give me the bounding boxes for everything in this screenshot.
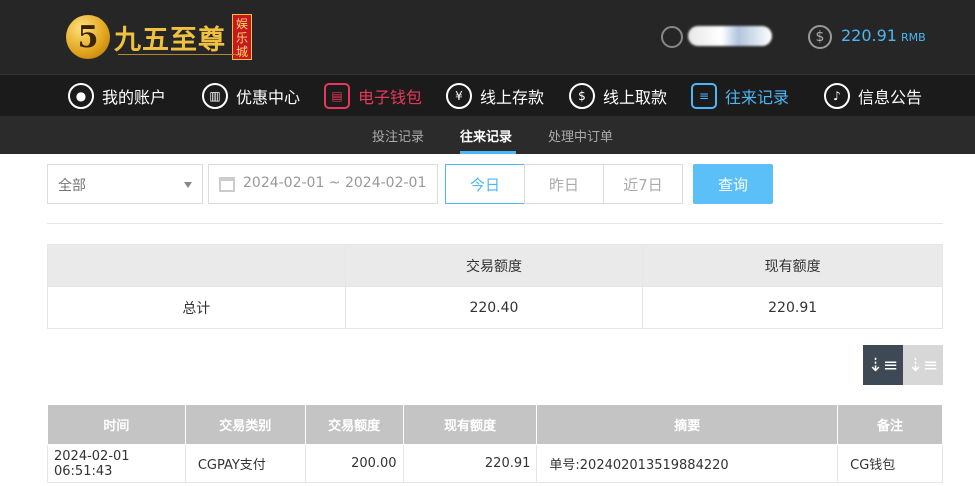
table-header-row: 时间 交易类别 交易额度 现有额度 摘要 备注 <box>47 404 943 445</box>
header-bar: 5 九五至尊 娱乐城 $ 220.91 RMB <box>0 0 975 74</box>
summary-header-row: 交易额度 现有额度 <box>47 244 943 287</box>
column-header[interactable]: 备注 <box>837 404 943 445</box>
column-header[interactable]: 交易类别 <box>184 404 306 445</box>
column-header[interactable]: 时间 <box>47 404 186 445</box>
transactions-table: 时间 交易类别 交易额度 现有额度 摘要 备注 2024-02-01 06:51… <box>47 404 943 483</box>
query-button[interactable]: 查询 <box>693 164 773 204</box>
summary-cell: 220.91 <box>642 286 943 329</box>
column-header[interactable]: 交易额度 <box>304 404 404 445</box>
table-row: 2024-02-01 06:51:43 CGPAY支付 200.00 220.9… <box>47 444 943 483</box>
active-tab-indicator <box>460 151 516 154</box>
cell-note: CG钱包 <box>837 444 943 483</box>
type-select[interactable]: 全部 <box>47 164 203 204</box>
today-button[interactable]: 今日 <box>445 164 525 204</box>
wallet-icon: ▤ <box>324 83 350 109</box>
column-header[interactable]: 现有额度 <box>402 404 538 445</box>
balance-display: 220.91 RMB <box>841 26 926 45</box>
nav-label: 线上存款 <box>480 88 545 107</box>
cell-balance: 220.91 <box>402 444 538 483</box>
yesterday-button[interactable]: 昨日 <box>524 164 604 204</box>
sort-asc-icon[interactable]: ⇣≡ <box>903 345 943 385</box>
nav-deposit[interactable]: ¥ 线上存款 <box>446 80 544 112</box>
main-nav: ● 我的账户 ▥ 优惠中心 ▤ 电子钱包 ¥ 线上存款 $ 线上取款 ≡ 往来记… <box>0 74 975 116</box>
nav-my-account[interactable]: ● 我的账户 <box>68 80 166 112</box>
tab-pending-orders[interactable]: 处理中订单 <box>548 126 613 145</box>
withdraw-icon: $ <box>569 83 595 109</box>
nav-label: 信息公告 <box>858 88 923 107</box>
summary-table: 交易额度 现有额度 总计 220.40 220.91 <box>47 244 943 329</box>
cell-summary: 单号:202402013519884220 <box>536 444 839 483</box>
nav-promotions[interactable]: ▥ 优惠中心 <box>202 80 300 112</box>
nav-wallet[interactable]: ▤ 电子钱包 <box>324 80 422 112</box>
dollar-icon: $ <box>808 25 832 49</box>
nav-announcements[interactable]: ♪ 信息公告 <box>824 80 922 112</box>
balance-amount: 220.91 <box>841 26 897 45</box>
username-redacted[interactable] <box>688 26 772 46</box>
logo-flourish <box>118 54 238 58</box>
summary-total-row: 总计 220.40 220.91 <box>47 286 943 329</box>
records-icon: ≡ <box>691 83 717 109</box>
summary-header-cell: 现有额度 <box>642 244 943 287</box>
logo-name: 九五至尊 <box>114 24 226 56</box>
summary-cell: 220.40 <box>344 286 644 329</box>
divider <box>47 223 943 224</box>
calendar-icon <box>219 177 235 192</box>
last7days-button[interactable]: 近7日 <box>603 164 683 204</box>
deposit-icon: ¥ <box>446 83 472 109</box>
nav-withdraw[interactable]: $ 线上取款 <box>569 80 667 112</box>
caret-down-icon <box>184 182 192 188</box>
nav-label: 我的账户 <box>102 88 167 107</box>
nav-label: 线上取款 <box>603 88 668 107</box>
nav-label: 优惠中心 <box>236 88 301 107</box>
gift-icon: ▥ <box>202 83 228 109</box>
sub-tabs: 投注记录 往来记录 处理中订单 <box>0 116 975 154</box>
balance-currency: RMB <box>900 31 926 44</box>
date-range-input[interactable]: 2024-02-01 ~ 2024-02-01 <box>208 164 438 204</box>
tab-transaction-records[interactable]: 往来记录 <box>460 126 512 145</box>
nav-records[interactable]: ≡ 往来记录 <box>691 80 789 112</box>
sort-desc-icon[interactable]: ⇣≡ <box>863 345 903 385</box>
user-icon: ● <box>68 83 94 109</box>
date-range-value: 2024-02-01 ~ 2024-02-01 <box>243 175 427 191</box>
summary-header-cell: 交易额度 <box>344 244 644 287</box>
nav-label: 往来记录 <box>725 88 790 107</box>
column-header[interactable]: 摘要 <box>536 404 839 445</box>
logo-badge: 5 <box>66 15 110 59</box>
nav-label: 电子钱包 <box>358 88 423 107</box>
summary-header-cell <box>47 244 346 287</box>
summary-cell: 总计 <box>47 286 346 329</box>
cell-time: 2024-02-01 06:51:43 <box>47 444 186 483</box>
bell-icon: ♪ <box>824 83 850 109</box>
tab-bet-records[interactable]: 投注记录 <box>372 126 424 145</box>
cell-type: CGPAY支付 <box>184 444 306 483</box>
type-select-value: 全部 <box>58 178 86 194</box>
user-avatar-icon[interactable] <box>661 26 683 48</box>
cell-amount: 200.00 <box>304 444 404 483</box>
